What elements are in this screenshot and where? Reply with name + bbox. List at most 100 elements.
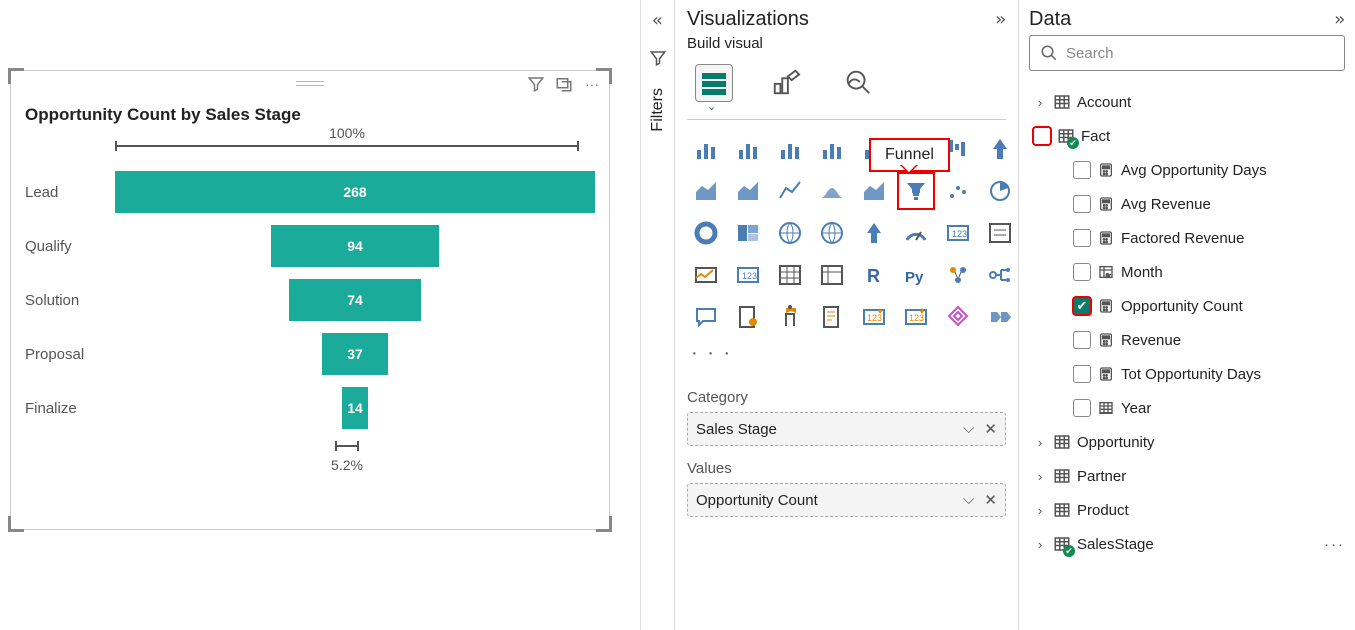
field-row[interactable]: Tot Opportunity Days	[1029, 357, 1345, 391]
funnel-row[interactable]: Qualify94	[25, 219, 595, 273]
table-row[interactable]: › Opportunity	[1029, 425, 1345, 459]
filters-pane-collapsed[interactable]: « Filters	[640, 0, 674, 630]
viz-type-button[interactable]	[897, 214, 935, 252]
more-visuals-button[interactable]: · · ·	[687, 336, 1006, 371]
viz-type-button[interactable]: 123	[729, 256, 767, 294]
viz-type-button[interactable]	[981, 130, 1018, 168]
viz-type-button[interactable]	[729, 214, 767, 252]
viz-type-button[interactable]	[771, 256, 809, 294]
field-checkbox[interactable]: ✔	[1073, 297, 1091, 315]
viz-type-button[interactable]: Py	[897, 256, 935, 294]
field-checkbox[interactable]	[1073, 263, 1091, 281]
viz-type-button[interactable]	[729, 298, 767, 336]
focus-mode-icon[interactable]	[555, 75, 573, 93]
viz-type-button[interactable]	[813, 214, 851, 252]
viz-type-funnel[interactable]: Funnel	[897, 172, 935, 210]
viz-type-button[interactable]	[813, 298, 851, 336]
field-checkbox[interactable]	[1073, 195, 1091, 213]
collapse-chevron-icon[interactable]: »	[1334, 9, 1345, 30]
expand-caret-icon[interactable]: ›	[1033, 469, 1047, 484]
remove-field-icon[interactable]: ✕	[984, 420, 997, 438]
viz-type-button[interactable]	[813, 130, 851, 168]
viz-type-button[interactable]	[981, 172, 1018, 210]
expand-chevron-icon[interactable]: «	[652, 10, 663, 31]
funnel-bar: 37	[322, 333, 388, 375]
table-row[interactable]: ›Account	[1029, 85, 1345, 119]
expand-caret-icon[interactable]: ›	[1033, 503, 1047, 518]
chevron-down-icon[interactable]: ⌵	[963, 491, 974, 509]
viz-type-button[interactable]	[729, 130, 767, 168]
format-visual-tab[interactable]	[767, 64, 805, 102]
viz-type-button[interactable]	[687, 256, 725, 294]
viz-type-button[interactable]: R	[855, 256, 893, 294]
field-row[interactable]: Factored Revenue	[1029, 221, 1345, 255]
field-row[interactable]: Year	[1029, 391, 1345, 425]
funnel-row[interactable]: Solution74	[25, 273, 595, 327]
remove-field-icon[interactable]: ✕	[984, 491, 997, 509]
viz-type-button[interactable]	[687, 130, 725, 168]
field-checkbox[interactable]	[1073, 365, 1091, 383]
table-row[interactable]: › Product	[1029, 493, 1345, 527]
table-name: Opportunity	[1077, 434, 1155, 451]
viz-type-button[interactable]: 123	[939, 214, 977, 252]
chevron-down-icon[interactable]: ⌵	[963, 420, 974, 438]
drag-handle-icon[interactable]	[296, 81, 324, 86]
funnel-row[interactable]: Lead268	[25, 165, 595, 219]
search-input[interactable]: Search	[1029, 35, 1345, 71]
more-options-icon[interactable]: ···	[583, 75, 601, 93]
viz-type-button[interactable]	[687, 298, 725, 336]
table-row[interactable]: Fact	[1029, 119, 1345, 153]
field-row[interactable]: Revenue	[1029, 323, 1345, 357]
field-checkbox[interactable]	[1073, 161, 1091, 179]
field-row[interactable]: ✔Opportunity Count	[1029, 289, 1345, 323]
field-checkbox[interactable]	[1073, 331, 1091, 349]
viz-type-button[interactable]	[771, 130, 809, 168]
viz-type-button[interactable]	[813, 172, 851, 210]
values-well[interactable]: Opportunity Count ⌵ ✕	[687, 483, 1006, 517]
more-options-icon[interactable]: ···	[1324, 536, 1345, 553]
viz-type-button[interactable]	[771, 214, 809, 252]
viz-type-button[interactable]	[855, 214, 893, 252]
viz-type-button[interactable]	[729, 172, 767, 210]
table-row[interactable]: ›Partner	[1029, 459, 1345, 493]
viz-type-button[interactable]	[981, 214, 1018, 252]
expand-caret-icon[interactable]: ›	[1033, 537, 1047, 552]
category-well-label: Category	[687, 389, 1006, 406]
build-visual-tab[interactable]	[695, 64, 733, 102]
analytics-tab[interactable]	[839, 64, 877, 102]
collapse-chevron-icon[interactable]: »	[995, 9, 1006, 30]
report-canvas[interactable]: ··· Opportunity Count by Sales Stage 100…	[0, 0, 640, 630]
field-row[interactable]: fxMonth	[1029, 255, 1345, 289]
funnel-visual[interactable]: ··· Opportunity Count by Sales Stage 100…	[10, 70, 610, 530]
expand-caret-icon[interactable]: ›	[1033, 435, 1047, 450]
viz-type-button[interactable]: 123	[855, 298, 893, 336]
table-row[interactable]: ›SalesStage···	[1029, 527, 1345, 561]
viz-type-button[interactable]: 123	[897, 298, 935, 336]
table-name: Product	[1077, 502, 1129, 519]
category-well[interactable]: Sales Stage ⌵ ✕	[687, 412, 1006, 446]
table-checkbox[interactable]	[1033, 127, 1051, 145]
viz-type-button[interactable]	[771, 172, 809, 210]
viz-type-button[interactable]	[855, 172, 893, 210]
viz-type-button[interactable]	[981, 298, 1018, 336]
funnel-row[interactable]: Proposal37	[25, 327, 595, 381]
viz-type-button[interactable]	[687, 214, 725, 252]
funnel-row[interactable]: Finalize14	[25, 381, 595, 435]
viz-type-button[interactable]	[981, 256, 1018, 294]
field-row[interactable]: Avg Revenue	[1029, 187, 1345, 221]
table-icon	[1057, 127, 1075, 145]
field-checkbox[interactable]	[1073, 399, 1091, 417]
field-checkbox[interactable]	[1073, 229, 1091, 247]
viz-type-button[interactable]	[939, 256, 977, 294]
values-well-label: Values	[687, 460, 1006, 477]
viz-type-button[interactable]	[939, 298, 977, 336]
expand-caret-icon[interactable]: ›	[1033, 95, 1047, 110]
viz-type-button[interactable]	[813, 256, 851, 294]
visual-header[interactable]: ···	[11, 71, 609, 95]
viz-type-button[interactable]	[771, 298, 809, 336]
viz-type-button[interactable]	[939, 172, 977, 210]
funnel-category-label: Lead	[25, 184, 115, 201]
viz-type-button[interactable]	[687, 172, 725, 210]
filter-icon[interactable]	[527, 75, 545, 93]
field-row[interactable]: Avg Opportunity Days	[1029, 153, 1345, 187]
